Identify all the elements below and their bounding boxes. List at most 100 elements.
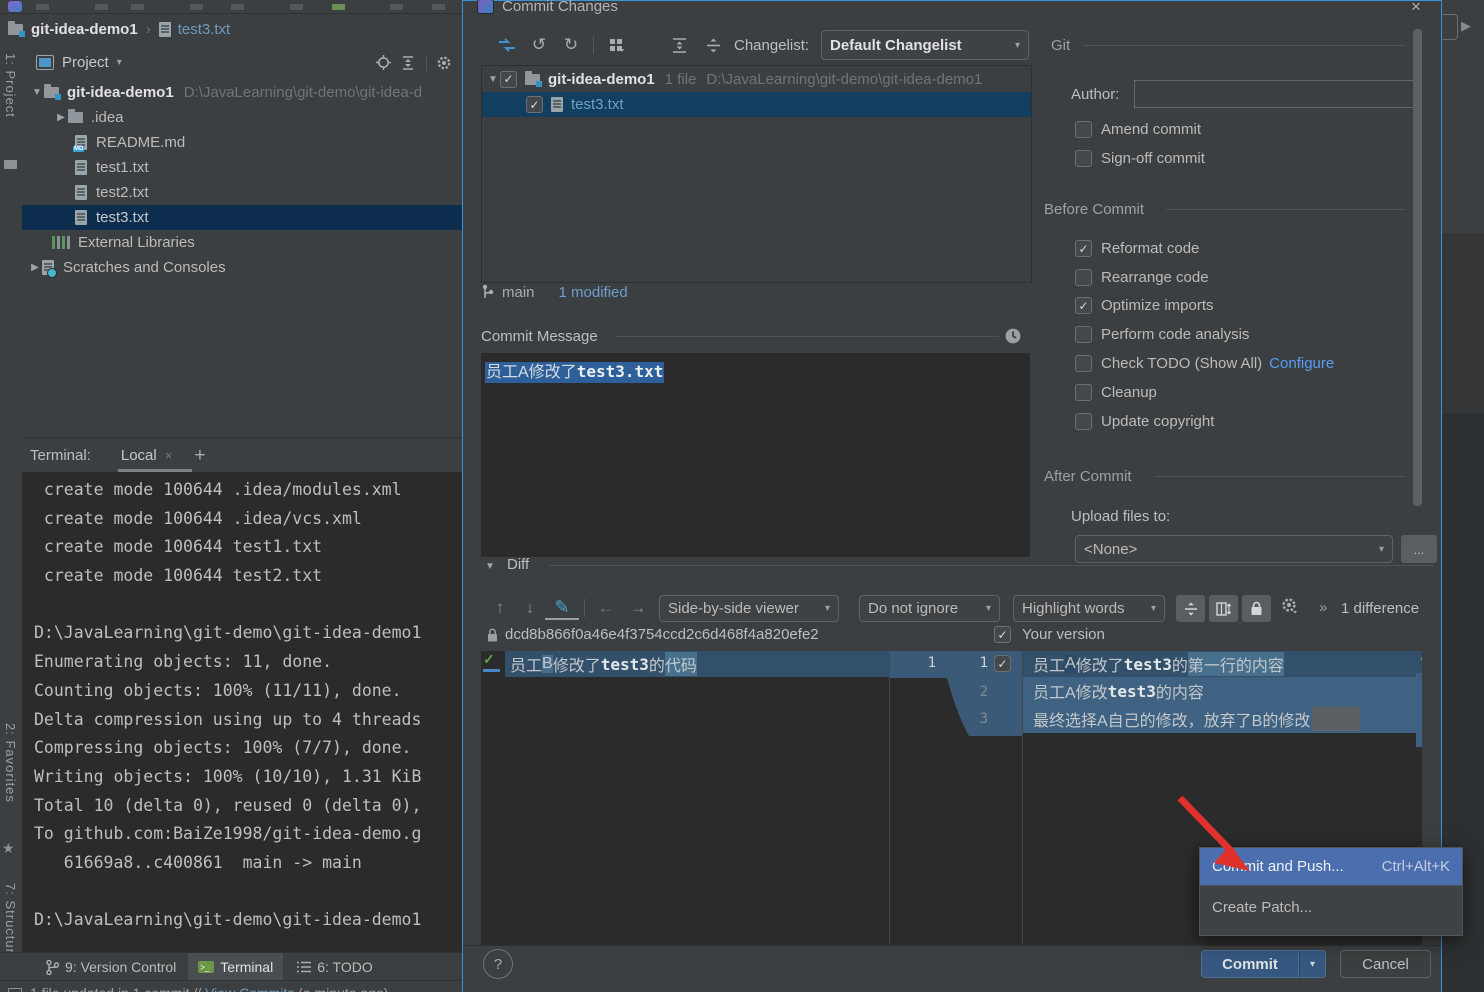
commit-message-editor[interactable]: 员工A修改了test3.txt (481, 353, 1030, 557)
diff-scroll-marker[interactable] (1416, 673, 1422, 747)
chevron-down-icon[interactable]: ▾ (117, 57, 122, 68)
browse-button[interactable]: ... (1401, 535, 1437, 563)
help-button[interactable]: ? (483, 949, 513, 979)
checkbox-amend-commit[interactable]: ✓ Amend commit (1075, 121, 1201, 138)
checkbox-perform-code-analysis[interactable]: ✓ Perform code analysis (1075, 326, 1249, 343)
upload-target-select[interactable]: <None> ▾ (1075, 535, 1393, 563)
commit-button[interactable]: Commit (1201, 950, 1299, 978)
diff-collapse-arrow-icon[interactable]: ▼ (485, 561, 495, 572)
tool-stripe-project[interactable]: 1: Project (3, 53, 18, 118)
collapse-all-icon[interactable] (696, 38, 730, 53)
edit-source-icon[interactable]: ✎ (545, 597, 579, 620)
tree-row-idea[interactable]: ▶ .idea (22, 105, 462, 130)
toolwindow-version-control[interactable]: 9: Version Control (38, 953, 184, 981)
cancel-button[interactable]: Cancel (1340, 950, 1431, 978)
menu-item-create-patch[interactable]: Create Patch... (1200, 886, 1462, 928)
terminal-tab-local[interactable]: Local (121, 447, 157, 464)
branch-name[interactable]: main (502, 284, 535, 301)
star-icon[interactable]: ★ (2, 840, 15, 857)
collapse-all-icon[interactable] (395, 56, 421, 70)
lock-icon[interactable] (1242, 595, 1271, 622)
changelist-select[interactable]: Default Changelist ▾ (821, 30, 1029, 60)
diff-right-line-2: 员工A修改test3的内容 (1023, 677, 1422, 705)
terminal-output[interactable]: create mode 100644 .idea/modules.xml cre… (22, 472, 462, 952)
checkbox-label: Cleanup (1101, 384, 1157, 401)
toolbar-icon-stub (190, 4, 203, 10)
diff-revision-row: dcd8b866f0a46e4f3754ccd2c6d468f4a820efe2 (487, 626, 819, 643)
previous-difference-icon[interactable]: ↑ (485, 598, 515, 618)
message-history-icon[interactable] (1004, 327, 1022, 345)
commit-tree-root-row[interactable]: ▼ ✓ git-idea-demo1 1 file D:\JavaLearnin… (482, 66, 1031, 92)
toolwindow-terminal[interactable]: >_ Terminal (188, 953, 283, 981)
expand-arrow-icon[interactable]: ▼ (486, 74, 500, 85)
apply-change-check-icon[interactable]: ✓ (483, 651, 495, 668)
commit-dropdown-button[interactable]: ▾ (1299, 950, 1326, 978)
toolwindow-todo[interactable]: 6: TODO (287, 953, 383, 981)
play-icon[interactable]: ▶ (1461, 18, 1471, 34)
refresh-icon[interactable]: ↻ (555, 35, 587, 55)
vertical-scrollbar[interactable] (1413, 29, 1422, 506)
checkbox-cleanup[interactable]: ✓ Cleanup (1075, 384, 1157, 401)
next-difference-icon[interactable]: ↓ (515, 598, 545, 618)
tool-stripe-favorites[interactable]: 2: Favorites (3, 723, 18, 803)
expand-arrow-icon[interactable]: ▶ (28, 262, 42, 273)
breadcrumb-project[interactable]: git-idea-demo1 (31, 21, 138, 38)
terminal-line: Writing objects: 100% (10/10), 1.31 KiB (34, 763, 462, 792)
checkbox-signoff-commit[interactable]: ✓ Sign-off commit (1075, 150, 1205, 167)
toolwindow-toggle-icon[interactable] (8, 988, 22, 992)
more-toolbar-icon[interactable]: » (1319, 599, 1327, 616)
expand-all-icon[interactable] (662, 38, 696, 53)
new-terminal-tab-icon[interactable]: + (194, 445, 205, 467)
next-change-icon[interactable]: → (622, 598, 654, 618)
checkbox-icon[interactable]: ✓ (500, 71, 517, 88)
diff-highlight-select[interactable]: Highlight words ▾ (1013, 595, 1165, 622)
configure-link[interactable]: Configure (1269, 355, 1334, 372)
tree-row-test2[interactable]: test2.txt (22, 180, 462, 205)
diff-ignore-select[interactable]: Do not ignore ▾ (859, 595, 1000, 622)
previous-change-icon[interactable]: ← (590, 598, 622, 618)
locate-file-icon[interactable] (371, 55, 395, 70)
tree-row-test3-selected[interactable]: test3.txt (22, 205, 462, 230)
checkbox-icon: ✓ (1075, 413, 1092, 430)
tree-row-external-libraries[interactable]: External Libraries (22, 230, 462, 255)
menu-item-commit-and-push[interactable]: Commit and Push... Ctrl+Alt+K (1200, 848, 1462, 885)
gear-icon[interactable] (432, 55, 456, 71)
breadcrumb-file[interactable]: test3.txt (178, 21, 231, 38)
diff-viewer-select[interactable]: Side-by-side viewer ▾ (659, 595, 839, 622)
close-tab-icon[interactable]: × (165, 448, 173, 463)
your-version-row: ✓ Your version (994, 626, 1105, 643)
checkbox-update-copyright[interactable]: ✓ Update copyright (1075, 413, 1214, 430)
refresh-changes-icon[interactable] (491, 38, 523, 52)
collapse-unchanged-icon[interactable] (1176, 595, 1205, 622)
checkbox-icon[interactable]: ✓ (526, 96, 543, 113)
rollback-icon[interactable]: ↺ (523, 35, 555, 55)
view-commits-link[interactable]: View Commits (205, 985, 294, 992)
checkbox-check-todo[interactable]: ✓ Check TODO (Show All) Configure (1075, 355, 1334, 372)
tree-item-label: .idea (91, 109, 124, 126)
apply-change-check-icon[interactable]: ✓ (1419, 651, 1422, 666)
modified-files-link[interactable]: 1 modified (559, 284, 628, 301)
checkbox-optimize-imports[interactable]: ✓ Optimize imports (1075, 297, 1214, 314)
group-by-icon[interactable] (600, 38, 634, 53)
diff-settings-gear-icon[interactable] (1275, 597, 1303, 614)
project-view-title[interactable]: Project (62, 54, 109, 71)
author-label: Author: (1071, 86, 1119, 103)
tool-stripe-structure[interactable]: 7: Structure (3, 883, 18, 962)
close-icon[interactable]: × (1411, 0, 1421, 17)
tree-row-readme[interactable]: MD README.md (22, 130, 462, 155)
include-change-checkbox[interactable]: ✓ (994, 655, 1011, 672)
checkbox-reformat-code[interactable]: ✓ Reformat code (1075, 240, 1199, 257)
author-input[interactable] (1134, 80, 1422, 108)
checkbox-rearrange-code[interactable]: ✓ Rearrange code (1075, 269, 1209, 286)
checkbox-icon: ✓ (1075, 269, 1092, 286)
commit-tree-file-row[interactable]: ✓ test3.txt (482, 92, 1031, 117)
expand-arrow-icon[interactable]: ▶ (54, 112, 68, 123)
checkbox-icon[interactable]: ✓ (994, 626, 1011, 643)
tree-row-scratches[interactable]: ▶ Scratches and Consoles (22, 255, 462, 280)
project-stripe-icon[interactable] (4, 160, 17, 169)
tree-row-root[interactable]: ▼ git-idea-demo1 D:\JavaLearning\git-dem… (22, 80, 462, 105)
expand-arrow-icon[interactable]: ▼ (30, 87, 44, 98)
diff-text: 的 (1172, 652, 1188, 676)
tree-row-test1[interactable]: test1.txt (22, 155, 462, 180)
sync-scroll-icon[interactable] (1209, 595, 1238, 622)
